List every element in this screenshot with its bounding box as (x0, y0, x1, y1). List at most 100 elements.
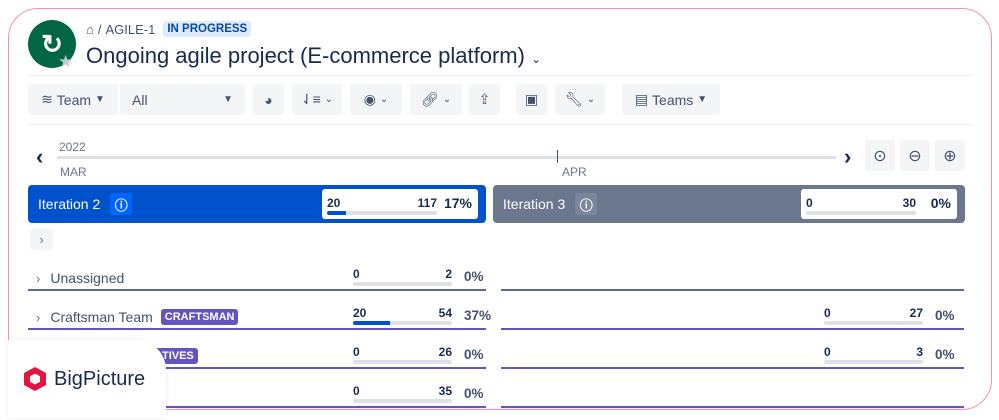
chevron-down-icon: ▼ (95, 94, 105, 105)
pie-chart-icon: ◕ (264, 91, 273, 108)
today-marker (557, 150, 558, 163)
timeline-next-button[interactable]: › (844, 144, 851, 170)
progress-bar (353, 399, 452, 403)
presenter-icon: ▣ (524, 91, 539, 107)
chevron-down-icon: ⌄ (324, 94, 334, 105)
percent: 0% (464, 386, 484, 401)
id-card-icon: ▤ (634, 91, 649, 107)
export-button[interactable]: ⇪ (469, 84, 500, 115)
chevron-right-icon[interactable]: › (36, 271, 40, 286)
status-badge: IN PROGRESS (163, 21, 252, 37)
timeline-year: 2022 (59, 140, 86, 154)
zoom-out-icon: ⊖ (908, 147, 922, 165)
progress-bar (824, 360, 923, 364)
teams-button[interactable]: ▤ Teams ▼ (622, 84, 720, 115)
percent: 0% (464, 347, 484, 362)
row-divider (28, 289, 486, 291)
row-divider (501, 289, 964, 291)
total-count: 35 (438, 384, 452, 398)
eye-icon: ◉ (363, 91, 376, 107)
sort-icon: ⇃≡ (300, 91, 321, 107)
filter-value: All (132, 91, 148, 108)
month-label: MAR (60, 165, 87, 179)
target-icon: ⊙ (873, 147, 887, 165)
team-tag: CRAFTSMAN (160, 309, 239, 325)
row-divider (28, 328, 486, 330)
star-icon[interactable]: ★ (58, 52, 73, 72)
link-icon: 🔗︎ (420, 91, 439, 107)
progress-bar (353, 360, 452, 364)
timeline-scrollbar[interactable] (57, 156, 836, 159)
zoom-out-button[interactable]: ⊖ (900, 140, 930, 171)
timeline-prev-button[interactable]: ‹ (36, 144, 43, 170)
zoom-in-icon: ⊕ (943, 147, 957, 165)
iteration-progress: 20 117 17% (322, 189, 478, 219)
pie-chart-button[interactable]: ◕ (253, 84, 284, 115)
bigpicture-logo: BigPicture (8, 340, 166, 418)
percent: 37% (464, 308, 492, 323)
group-by-team-button[interactable]: ≋ Team ▼ (28, 84, 118, 115)
home-icon[interactable]: ⌂ (86, 22, 94, 37)
info-icon[interactable]: ⓘ (110, 193, 133, 215)
total-count: 117 (417, 196, 437, 210)
total-count: 26 (438, 345, 452, 359)
expand-all-button[interactable]: › (30, 229, 53, 250)
view-button[interactable]: ◉ ⌄ (350, 84, 402, 115)
brand-name: BigPicture (54, 367, 146, 390)
info-icon[interactable]: ⓘ (575, 193, 598, 215)
chevron-right-icon: › (39, 232, 44, 247)
breadcrumb-separator: / (97, 21, 102, 37)
tools-button[interactable]: 🔧︎ ⌄ (555, 84, 605, 115)
total-count: 30 (902, 196, 916, 210)
percent: 0% (464, 269, 484, 284)
waves-icon: ≋ (41, 91, 53, 107)
row-divider (501, 328, 964, 330)
progress-bar (327, 211, 437, 215)
progress-bar (806, 211, 916, 215)
wrench-icon: 🔧︎ (564, 91, 583, 107)
filter-select[interactable]: All ▼ (120, 84, 245, 115)
breadcrumb: ⌂ / AGILE-1 IN PROGRESS (86, 21, 252, 37)
team-row[interactable]: › Craftsman Team CRAFTSMAN 20 54 37% 0 27 … (0, 303, 999, 342)
team-name: Unassigned (50, 270, 125, 286)
chevron-down-icon: ⌄ (531, 52, 542, 66)
total-count: 2 (445, 267, 452, 281)
page-title[interactable]: Ongoing agile project (E-commerce platfo… (86, 43, 541, 69)
divider (28, 75, 973, 76)
chevron-down-icon: ⌄ (379, 94, 389, 105)
progress-bar (824, 321, 923, 325)
chevron-down-icon: ⌄ (442, 94, 452, 105)
zoom-in-button[interactable]: ⊕ (935, 140, 965, 171)
iteration-header[interactable]: Iteration 3 ⓘ 0 30 0% (493, 185, 965, 223)
row-divider (501, 367, 964, 369)
issue-key-link[interactable]: AGILE-1 (105, 22, 155, 37)
percent: 0% (935, 347, 955, 362)
presentation-button[interactable]: ▣ (516, 84, 547, 115)
iteration-progress: 0 30 0% (801, 189, 957, 219)
total-count: 54 (438, 306, 452, 320)
percent: 0% (930, 195, 951, 211)
teams-label: Teams (652, 91, 694, 108)
hexagon-logo-icon (24, 367, 46, 391)
link-button[interactable]: 🔗︎ ⌄ (410, 84, 462, 115)
total-count: 27 (909, 306, 923, 320)
team-row[interactable]: › Unassigned 0 2 0% (0, 264, 999, 303)
chevron-right-icon[interactable]: › (36, 310, 40, 325)
total-count: 3 (916, 345, 923, 359)
sort-button[interactable]: ⇃≡ ⌄ (292, 84, 342, 115)
iteration-header[interactable]: Iteration 2 ⓘ 20 117 17% (28, 185, 486, 223)
progress-bar (353, 321, 452, 325)
team-name: Craftsman Team (50, 309, 153, 325)
percent: 0% (935, 308, 955, 323)
row-divider (501, 406, 964, 408)
percent: 17% (443, 195, 472, 211)
iteration-name: Iteration 2 (38, 196, 101, 212)
page-title-text: Ongoing agile project (E-commerce platfo… (86, 43, 525, 68)
focus-today-button[interactable]: ⊙ (865, 140, 895, 171)
chevron-down-icon: ▼ (223, 94, 233, 105)
team-label: › Craftsman Team CRAFTSMAN (36, 309, 239, 325)
group-label: Team (56, 91, 92, 108)
month-label: APR (562, 165, 587, 179)
chevron-down-icon: ⌄ (586, 94, 596, 105)
divider (28, 124, 973, 125)
